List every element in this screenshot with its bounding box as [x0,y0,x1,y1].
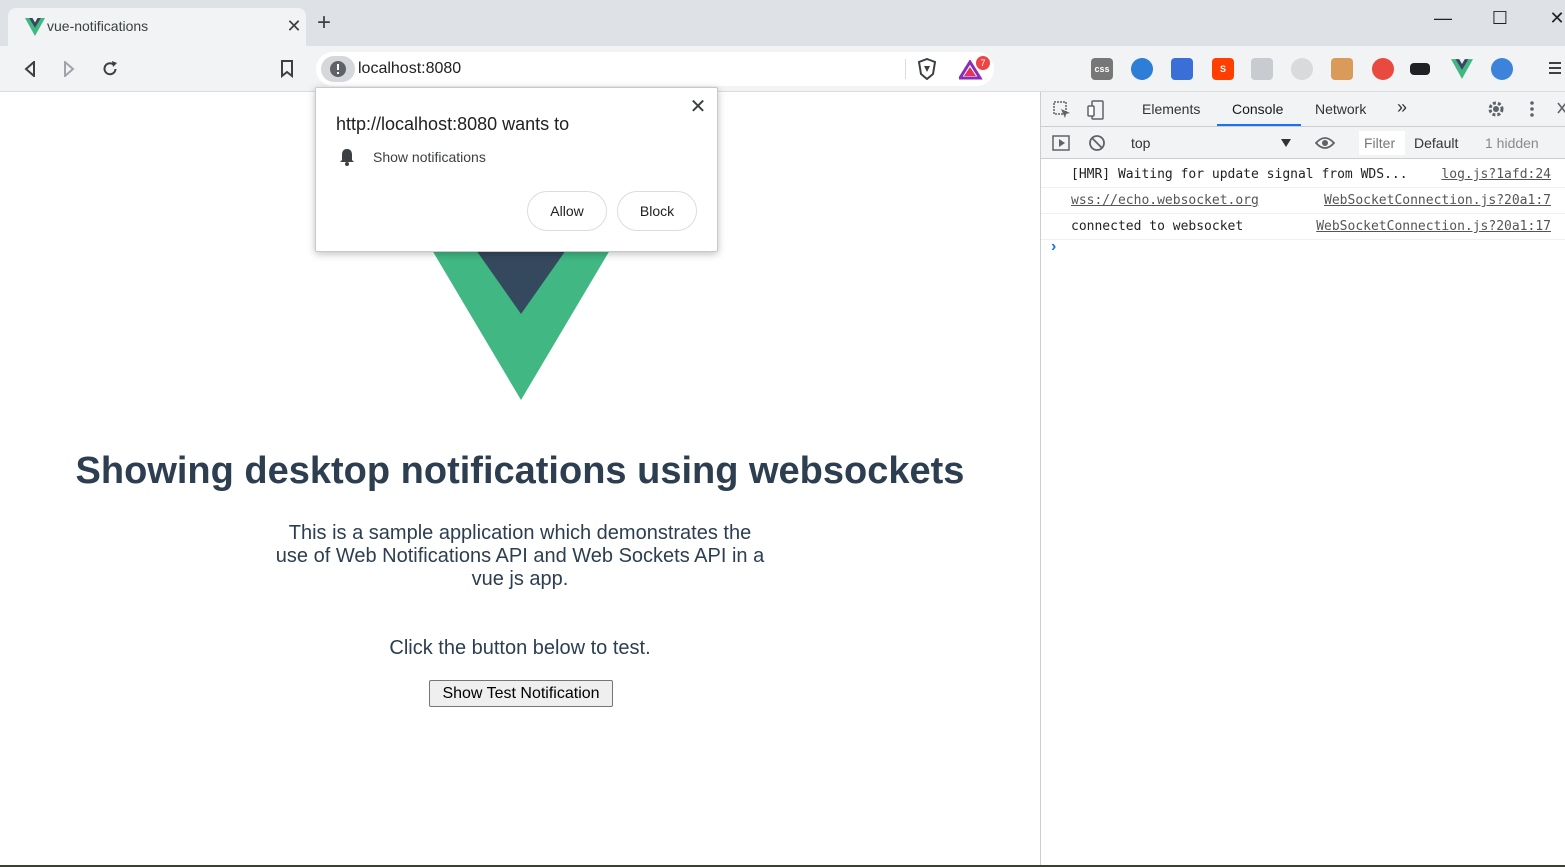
tab-title: vue-notifications [47,18,149,34]
site-info-icon[interactable] [321,56,355,82]
popup-close-icon[interactable]: ✕ [686,94,710,119]
graph-icon[interactable] [1372,58,1394,80]
url-text[interactable]: localhost:8080 [358,60,461,78]
log-source-link[interactable]: WebSocketConnection.js?20a1:7 [1324,193,1551,208]
back-icon[interactable] [18,58,42,80]
analytics-icon[interactable] [1171,58,1193,80]
devtools-panel: Elements Console Network » top Filter De… [1040,92,1565,865]
vue-devtools-icon[interactable] [1451,58,1473,80]
context-selector[interactable]: top [1131,135,1150,151]
vue-favicon-icon [25,18,45,36]
bell-icon [338,147,356,167]
active-tab-indicator [1217,124,1301,126]
rewards-badge: 7 [976,56,990,70]
browser-toolbar: localhost:8080 7 css S [0,46,1565,92]
css-icon[interactable]: css [1091,58,1113,80]
brave-shield-icon[interactable] [917,58,937,80]
log-source-link[interactable]: log.js?1afd:24 [1441,167,1551,182]
log-source-link[interactable]: WebSocketConnection.js?20a1:17 [1316,219,1551,234]
page-heading: Showing desktop notifications using webs… [75,450,965,492]
window-close-button[interactable]: ✕ [1542,8,1565,29]
browser-window: vue-notifications ✕ + — ☐ ✕ localhost:80… [0,0,1565,865]
block-button[interactable]: Block [617,191,697,231]
page-hint: Click the button below to test. [389,637,651,659]
log-message: connected to websocket [1071,219,1244,234]
globe-icon[interactable] [1491,58,1513,80]
log-message-link[interactable]: wss://echo.websocket.org [1071,193,1259,208]
keyboard-icon[interactable] [1410,63,1430,75]
settings-gear-icon[interactable] [1487,100,1505,118]
allow-button[interactable]: Allow [527,191,607,231]
screenshot-icon[interactable] [1251,58,1273,80]
log-message: [HMR] Waiting for update signal from WDS… [1071,167,1408,182]
page-description: This is a sample application which demon… [275,522,765,590]
reload-icon[interactable] [98,58,122,80]
tab-network[interactable]: Network [1315,101,1366,117]
console-log-row: [HMR] Waiting for update signal from WDS… [1041,162,1565,188]
dashlane-icon[interactable] [1131,58,1153,80]
console-prompt[interactable]: › [1051,238,1056,256]
console-log-row: wss://echo.websocket.org WebSocketConnec… [1041,188,1565,214]
console-log-row: connected to websocket WebSocketConnecti… [1041,214,1565,240]
cookie-icon[interactable] [1331,58,1353,80]
log-levels-dropdown[interactable]: Default [1414,135,1458,151]
popup-title: http://localhost:8080 wants to [336,114,570,134]
sidebar-toggle-icon[interactable] [1052,135,1070,151]
new-tab-button[interactable]: + [317,11,331,35]
maximize-button[interactable]: ☐ [1485,8,1515,29]
hidden-count: 1 hidden [1485,135,1539,151]
console-toolbar: top Filter Default 1 hidden [1041,127,1565,159]
devtools-tab-bar: Elements Console Network » [1041,92,1565,127]
tab-elements[interactable]: Elements [1142,101,1200,117]
devtools-close-icon[interactable] [1557,100,1565,116]
vue-logo [432,250,610,400]
show-test-notification-button[interactable]: Show Test Notification [429,680,613,707]
omnibox-divider [905,59,906,79]
minimize-button[interactable]: — [1428,8,1458,29]
clear-console-icon[interactable] [1088,134,1106,152]
more-options-icon[interactable] [1529,100,1535,118]
tab-console[interactable]: Console [1232,101,1283,117]
console-filter-input[interactable]: Filter [1359,131,1405,155]
inspect-element-icon[interactable] [1053,101,1071,119]
bookmark-icon[interactable] [275,58,299,80]
camera-icon[interactable] [1291,58,1313,80]
tab-vue-notifications[interactable]: vue-notifications ✕ [8,8,306,46]
permission-label: Show notifications [373,149,486,165]
more-tabs-icon[interactable]: » [1397,97,1407,118]
notification-permission-popup: http://localhost:8080 wants to ✕ Show no… [315,87,718,252]
live-expression-eye-icon[interactable] [1315,136,1335,150]
address-bar[interactable]: localhost:8080 7 [316,52,994,86]
context-dropdown-icon[interactable] [1281,139,1291,147]
menu-icon[interactable] [1548,59,1562,77]
forward-icon[interactable] [57,58,81,80]
tab-close-icon[interactable]: ✕ [284,16,304,37]
device-toolbar-icon[interactable] [1087,100,1105,120]
tab-strip: vue-notifications ✕ + — ☐ ✕ [0,0,1565,46]
svelte-icon[interactable]: S [1212,58,1234,80]
